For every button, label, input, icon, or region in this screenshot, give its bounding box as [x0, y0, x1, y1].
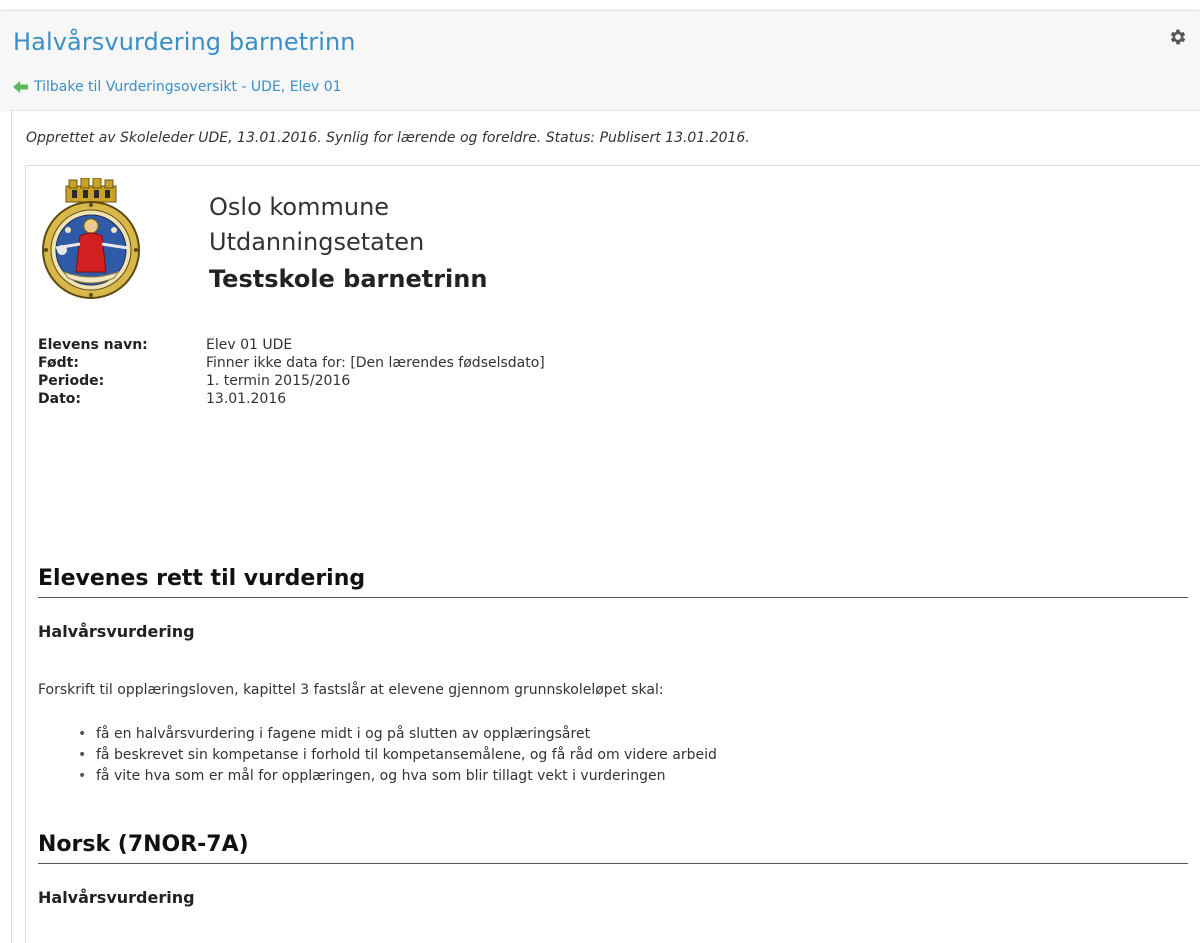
info-label: Elevens navn:: [38, 337, 148, 353]
org-department: Utdanningsetaten: [209, 228, 425, 256]
rights-list: få en halvårsvurdering i fagene midt i o…: [78, 724, 717, 787]
info-value: Elev 01 UDE: [206, 337, 293, 353]
section-heading: Norsk (7NOR-7A): [38, 832, 1188, 864]
back-link-label: Tilbake til Vurderingsoversikt - UDE, El…: [34, 79, 342, 95]
student-info: Elevens navn: Elev 01 UDE Født: Finner i…: [38, 336, 545, 408]
info-value: 13.01.2016: [206, 391, 287, 407]
info-value: 1. termin 2015/2016: [206, 373, 351, 389]
info-row-name: Elevens navn: Elev 01 UDE: [38, 336, 545, 354]
section-heading: Elevenes rett til vurdering: [38, 566, 1188, 598]
list-item: få beskrevet sin kompetanse i forhold ti…: [78, 745, 717, 766]
school-name: Testskole barnetrinn: [209, 265, 488, 293]
org-name: Oslo kommune: [209, 193, 390, 221]
section-subheading: Halvårsvurdering: [38, 622, 195, 641]
info-row-period: Periode: 1. termin 2015/2016: [38, 372, 545, 390]
section-subheading: Halvårsvurdering: [38, 888, 195, 907]
back-link[interactable]: Tilbake til Vurderingsoversikt - UDE, El…: [13, 79, 342, 95]
page: Halvårsvurdering barnetrinn Tilbake til …: [0, 0, 1200, 943]
info-label: Periode:: [38, 373, 105, 389]
page-header: Halvårsvurdering barnetrinn Tilbake til …: [0, 10, 1200, 111]
list-item: få en halvårsvurdering i fagene midt i o…: [78, 724, 717, 745]
list-item: få vite hva som er mål for opplæringen, …: [78, 766, 717, 787]
section-intro: Forskrift til opplæringsloven, kapittel …: [38, 682, 664, 698]
arrow-left-icon: [13, 81, 28, 93]
info-row-date: Dato: 13.01.2016: [38, 390, 545, 408]
info-value: Finner ikke data for: [Den lærendes føds…: [206, 355, 545, 371]
created-status-line: Opprettet av Skoleleder UDE, 13.01.2016.…: [26, 130, 750, 146]
content-panel: Opprettet av Skoleleder UDE, 13.01.2016.…: [11, 110, 1200, 943]
info-row-born: Født: Finner ikke data for: [Den lærende…: [38, 354, 545, 372]
page-title: Halvårsvurdering barnetrinn: [13, 28, 356, 56]
gear-icon[interactable]: [1168, 27, 1188, 47]
info-label: Født:: [38, 355, 79, 371]
assessment-document: Oslo kommune Utdanningsetaten Testskole …: [25, 165, 1200, 943]
oslo-coat-of-arms-icon: [42, 178, 140, 299]
info-label: Dato:: [38, 391, 81, 407]
